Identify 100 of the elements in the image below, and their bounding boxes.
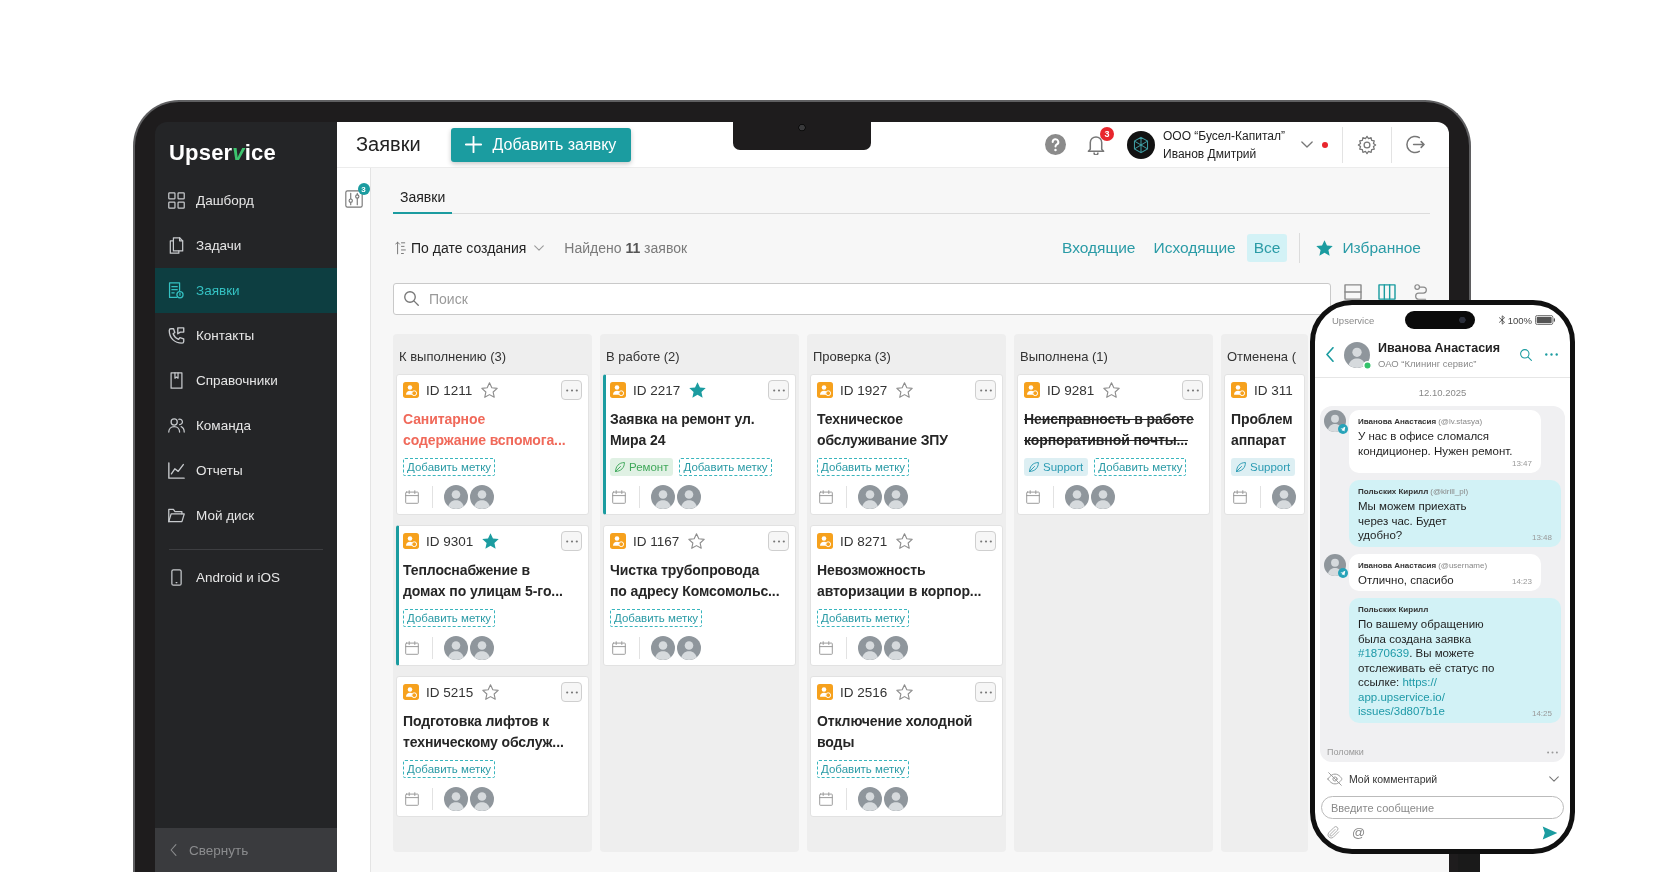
card-menu-button[interactable] <box>561 531 582 551</box>
company-name: ООО “Бусел-Капитал” <box>1163 127 1285 144</box>
route-icon[interactable] <box>1412 284 1430 300</box>
chevron-down-icon[interactable] <box>1301 141 1313 148</box>
filter-icon[interactable] <box>344 190 363 208</box>
user-avatar <box>884 787 908 811</box>
battery-icon <box>1535 315 1555 325</box>
list-view-icon[interactable] <box>1344 284 1362 300</box>
request-card[interactable]: ID 1927 Техническое обслуживание ЗПУ Добавить метку <box>810 374 1003 515</box>
star-icon[interactable] <box>481 382 499 398</box>
request-card[interactable]: ID 2516 Отключение холодной воды Добавить метку <box>810 676 1003 817</box>
people-icon <box>168 417 185 434</box>
calendar-icon[interactable] <box>612 490 626 504</box>
request-card[interactable]: ID 2217 Заявка на ремонт ул. Мира 24 Ремонт Добавить метку <box>603 374 796 515</box>
request-title: Отключение холодной воды <box>817 712 974 752</box>
star-icon[interactable] <box>482 684 500 700</box>
request-card[interactable]: ID 9301 Теплоснабжение в домах по улицам 5-го... Добавить метку <box>396 525 589 666</box>
calendar-icon[interactable] <box>1233 490 1247 504</box>
user-avatar <box>858 485 882 509</box>
topic-label: Поломки <box>1327 747 1364 757</box>
add-tag-button[interactable]: Добавить метку <box>817 760 910 778</box>
star-icon[interactable] <box>896 533 914 549</box>
send-icon[interactable] <box>1542 825 1558 840</box>
dots-icon <box>979 690 992 694</box>
column-title: К выполнению (3) <box>398 348 508 366</box>
sort-dropdown[interactable]: По дате создания <box>393 240 545 256</box>
back-icon[interactable] <box>1326 347 1334 362</box>
nav-item[interactable]: Справочники <box>155 358 337 403</box>
bell-icon[interactable] <box>1087 134 1105 155</box>
card-menu-button[interactable] <box>975 682 996 702</box>
calendar-icon[interactable] <box>405 490 419 504</box>
tab[interactable]: Заявки <box>393 189 453 214</box>
request-card[interactable]: ID 5215 Подготовка лифтов к техническому обслуж... Добавить метку <box>396 676 589 817</box>
user-avatar <box>651 485 675 509</box>
request-card[interactable]: ID 9281 Неисправность в работе корпоративной почты... Support Добавить метку <box>1017 374 1210 515</box>
add-tag-button[interactable]: Добавить метку <box>679 458 772 476</box>
search-icon[interactable] <box>1520 348 1532 361</box>
plus-icon <box>464 136 482 153</box>
calendar-icon[interactable] <box>405 641 419 655</box>
star-icon[interactable] <box>482 533 500 549</box>
more-icon[interactable] <box>1545 353 1558 356</box>
star-icon[interactable] <box>1103 382 1121 398</box>
card-menu-button[interactable] <box>768 531 789 551</box>
card-menu-button[interactable] <box>975 531 996 551</box>
add-tag-button[interactable]: Добавить метку <box>1094 458 1187 476</box>
star-icon[interactable] <box>896 684 914 700</box>
request-card[interactable]: ID 1167 Чистка трубопровода по адресу Комсомольс... Добавить метку <box>603 525 796 666</box>
search-field[interactable]: Поиск <box>393 283 1331 315</box>
add-tag-button[interactable]: Добавить метку <box>817 609 910 627</box>
card-menu-button[interactable] <box>768 380 789 400</box>
board-view-icon[interactable] <box>1378 284 1396 300</box>
paperclip-icon[interactable] <box>1327 826 1340 839</box>
settings-icon[interactable] <box>1357 134 1377 155</box>
message-input[interactable]: Введите сообщение <box>1321 796 1564 819</box>
nav-item[interactable]: Android и iOS <box>155 555 337 600</box>
add-tag-button[interactable]: Добавить метку <box>403 609 496 627</box>
user-avatar <box>470 485 494 509</box>
calendar-icon[interactable] <box>819 641 833 655</box>
add-tag-button[interactable]: Добавить метку <box>817 458 910 476</box>
grid-icon <box>168 192 185 209</box>
star-icon[interactable] <box>689 382 707 398</box>
request-type-icon <box>1024 382 1040 398</box>
nav-item[interactable]: Задачи <box>155 223 337 268</box>
nav-item[interactable]: Команда <box>155 403 337 448</box>
calendar-icon[interactable] <box>612 641 626 655</box>
contact-avatar <box>1344 341 1370 368</box>
user-avatar <box>470 787 494 811</box>
request-title: Санитарное содержание вспомога... <box>403 410 567 450</box>
calendar-icon[interactable] <box>819 490 833 504</box>
nav-item[interactable]: Мой диск <box>155 493 337 538</box>
star-icon[interactable] <box>688 533 706 549</box>
nav-item[interactable]: Отчеты <box>155 448 337 493</box>
add-tag-button[interactable]: Добавить метку <box>610 609 703 627</box>
add-tag-button[interactable]: Добавить метку <box>403 458 496 476</box>
add-tag-button[interactable]: Добавить метку <box>403 760 496 778</box>
mention-button[interactable]: @ <box>1352 825 1366 840</box>
leaf-icon <box>1236 462 1246 472</box>
nav-item[interactable]: Заявки <box>155 268 337 313</box>
request-id: ID 311 <box>1254 382 1293 398</box>
logo: Upservice <box>168 139 276 167</box>
tag-text: Support <box>1043 461 1084 473</box>
card-menu-button[interactable] <box>561 682 582 702</box>
request-card[interactable]: ID 311 Проблем аппарат Support <box>1224 374 1305 515</box>
card-menu-button[interactable] <box>975 380 996 400</box>
calendar-icon[interactable] <box>819 792 833 806</box>
comment-mode-dropdown[interactable]: Мой комментарий <box>1324 762 1562 796</box>
calendar-icon[interactable] <box>1026 490 1040 504</box>
star-icon[interactable] <box>896 382 914 398</box>
calendar-icon[interactable] <box>405 792 419 806</box>
logout-icon[interactable] <box>1406 135 1425 154</box>
dots-icon[interactable] <box>1547 750 1558 754</box>
request-id: ID 2516 <box>840 684 888 700</box>
card-menu-button[interactable] <box>1182 380 1203 400</box>
request-card[interactable]: ID 1211 Санитарное содержание вспомога... Добавить метку <box>396 374 589 515</box>
nav-item[interactable]: Дашборд <box>155 178 337 223</box>
nav-item[interactable]: Контакты <box>155 313 337 358</box>
request-type-icon <box>610 382 626 398</box>
card-menu-button[interactable] <box>561 380 582 400</box>
request-card[interactable]: ID 8271 Невозможность авторизации в корпор... Добавить метку <box>810 525 1003 666</box>
help-icon[interactable] <box>1045 134 1066 155</box>
